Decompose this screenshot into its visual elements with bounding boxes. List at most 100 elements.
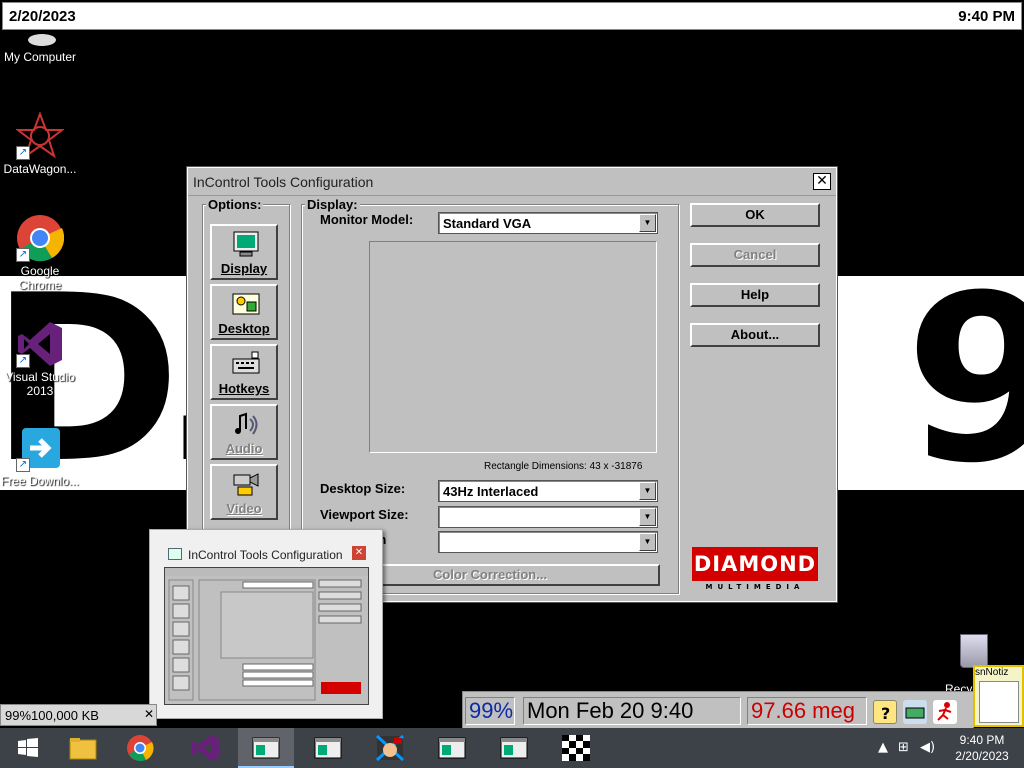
- memory-free: 97.66 meg: [747, 697, 867, 725]
- option-display-button[interactable]: Display: [210, 224, 278, 280]
- taskbar-app-window-2[interactable]: [300, 728, 356, 768]
- thumbnail-title: InControl Tools Configuration: [188, 548, 343, 562]
- taskbar-app-window-3[interactable]: [424, 728, 480, 768]
- visual-studio-icon: ↗: [16, 320, 64, 368]
- tray-expand-icon[interactable]: ▲: [878, 740, 888, 755]
- paint-hand-icon: [374, 734, 406, 762]
- about-button[interactable]: About...: [690, 323, 820, 347]
- desktop-icon-my-computer[interactable]: My Computer: [0, 32, 80, 64]
- tray-time: 9:40 PM: [959, 733, 1005, 747]
- desktop-icon-datawagon[interactable]: ↗ DataWagon...: [0, 111, 80, 176]
- start-button[interactable]: [0, 728, 56, 768]
- dialog-title: InControl Tools Configuration: [193, 174, 374, 190]
- option-hotkeys-label: Hotkeys: [218, 381, 270, 396]
- network-icon[interactable]: ⊞: [898, 740, 909, 755]
- taskbar-checker-app[interactable]: [548, 728, 604, 768]
- option-hotkeys-button[interactable]: Hotkeys: [210, 344, 278, 400]
- viewport-size-label: Viewport Size:: [320, 507, 409, 522]
- top-time: 9:40 PM: [958, 8, 1015, 25]
- option-desktop-label: Desktop: [218, 321, 270, 336]
- computer-icon: [16, 32, 64, 48]
- audio-note-icon: [232, 411, 260, 437]
- taskbar-chrome[interactable]: [112, 728, 168, 768]
- option-desktop-button[interactable]: Desktop: [210, 284, 278, 340]
- taskbar-paint-app[interactable]: [362, 728, 418, 768]
- thumbnail-close-button[interactable]: ✕: [352, 546, 366, 560]
- close-icon[interactable]: ✕: [144, 707, 154, 721]
- desktop-paint-icon: [232, 291, 260, 317]
- datawagon-icon: ↗: [15, 111, 65, 160]
- taskbar-app-window-4[interactable]: [486, 728, 542, 768]
- chevron-down-icon[interactable]: ▼: [639, 214, 656, 232]
- monitor-preview-area: [369, 241, 657, 453]
- memory-value: 99%100,000 KB: [5, 708, 99, 723]
- option-video-button: Video: [210, 464, 278, 520]
- app-window-icon: [436, 734, 468, 762]
- help-question-icon[interactable]: ?: [873, 700, 897, 724]
- desktop-size-value: 43Hz Interlaced: [443, 484, 539, 499]
- visual-studio-icon: [189, 734, 221, 762]
- desktop-icon-free-download[interactable]: ↗ Free Downlo...: [0, 424, 80, 488]
- top-date: 2/20/2023: [9, 8, 76, 25]
- drive-icon[interactable]: [903, 700, 927, 724]
- system-info-bar: 99% Mon Feb 20 9:40 97.66 meg ?: [462, 691, 974, 729]
- sticky-note-widget[interactable]: snNotiz: [973, 665, 1024, 727]
- monitor-model-value: Standard VGA: [443, 216, 532, 231]
- display-group-label: Display:: [305, 197, 360, 212]
- desktop-icon-google-chrome[interactable]: ↗ Google Chrome: [0, 214, 80, 292]
- desktop-icon-label: Google Chrome: [18, 264, 62, 292]
- tray-date: 2/20/2023: [955, 749, 1009, 763]
- logo-text: DIAMOND: [692, 547, 818, 581]
- options-label: Options:: [206, 197, 264, 212]
- tray-clock[interactable]: 9:40 PM 2/20/2023: [940, 732, 1024, 764]
- rectangle-dimensions: Rectangle Dimensions: 43 x -31876: [484, 461, 643, 472]
- ok-button[interactable]: OK: [690, 203, 820, 227]
- system-tray: ▲ ⊞ ◀) 9:40 PM 2/20/2023: [870, 728, 1024, 768]
- download-manager-icon: ↗: [16, 424, 64, 472]
- folder-icon: [67, 734, 99, 762]
- windows-logo-icon: [12, 734, 44, 762]
- svg-text:?: ?: [881, 704, 890, 723]
- taskbar: ▲ ⊞ ◀) 9:40 PM 2/20/2023: [0, 728, 1024, 768]
- monitor-icon: [232, 231, 260, 257]
- checkerboard-icon: [560, 734, 592, 762]
- chevron-down-icon[interactable]: ▼: [639, 482, 656, 500]
- color-depth-select[interactable]: ▼: [438, 531, 658, 553]
- taskbar-thumbnail-preview[interactable]: InControl Tools Configuration ✕: [149, 529, 383, 719]
- chevron-down-icon[interactable]: ▼: [639, 533, 656, 551]
- logo-subtext: MULTIMEDIA: [705, 583, 805, 591]
- thumbnail-window-miniature: [164, 567, 369, 705]
- shortcut-arrow-icon: ↗: [16, 354, 30, 368]
- monitor-model-label: Monitor Model:: [320, 212, 414, 227]
- app-window-icon: [498, 734, 530, 762]
- desktop-icon-label: Visual Studio 2013: [5, 370, 75, 398]
- desktop-icon-label: My Computer: [3, 50, 77, 64]
- desktop-size-select[interactable]: 43Hz Interlaced ▼: [438, 480, 658, 502]
- diamond-multimedia-logo: DIAMOND MULTIMEDIA: [692, 547, 818, 593]
- desktop-size-label: Desktop Size:: [320, 481, 406, 496]
- chrome-icon: [124, 734, 156, 762]
- app-window-icon: [312, 734, 344, 762]
- taskbar-file-explorer[interactable]: [55, 728, 111, 768]
- info-datetime: Mon Feb 20 9:40: [523, 697, 741, 725]
- viewport-size-select[interactable]: ▼: [438, 506, 658, 528]
- close-button[interactable]: ✕: [813, 173, 831, 190]
- option-audio-button: Audio: [210, 404, 278, 460]
- chevron-down-icon[interactable]: ▼: [639, 508, 656, 526]
- running-man-icon[interactable]: [933, 700, 957, 724]
- volume-icon[interactable]: ◀): [920, 740, 935, 755]
- help-button[interactable]: Help: [690, 283, 820, 307]
- taskbar-visual-studio[interactable]: [177, 728, 233, 768]
- sticky-note-pad[interactable]: [979, 681, 1019, 723]
- video-camera-icon: [232, 471, 260, 497]
- app-window-icon: [250, 734, 282, 762]
- dialog-titlebar[interactable]: InControl Tools Configuration ✕: [188, 168, 836, 196]
- option-video-label: Video: [226, 501, 262, 516]
- desktop-icon-label: DataWagon...: [3, 162, 77, 176]
- taskbar-incontrol-window[interactable]: [238, 728, 294, 768]
- desktop-icon-visual-studio[interactable]: ↗ Visual Studio 2013: [0, 320, 80, 398]
- memory-monitor-window[interactable]: 99%100,000 KB ✕: [0, 704, 157, 726]
- cancel-button: Cancel: [690, 243, 820, 267]
- monitor-model-select[interactable]: Standard VGA ▼: [438, 212, 658, 234]
- chrome-icon: ↗: [16, 214, 65, 262]
